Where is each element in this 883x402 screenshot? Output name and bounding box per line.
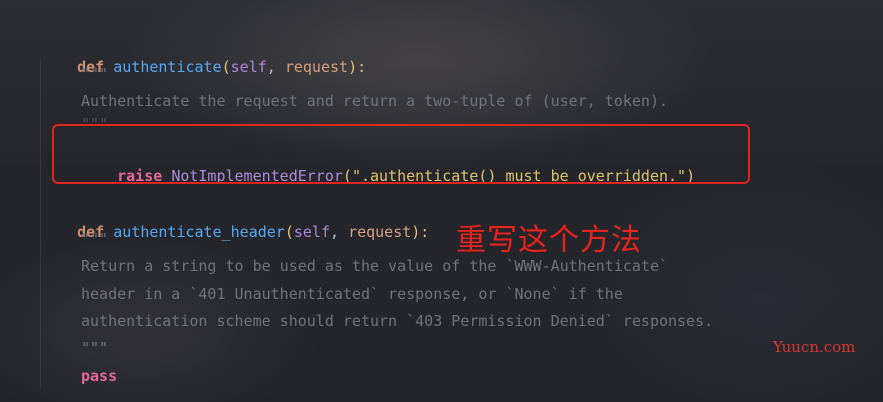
docstring-open: """ [81,65,109,83]
docstring-open: """ [81,230,109,248]
separator: , [330,223,349,241]
annotation-text: 重写这个方法 [456,223,642,258]
docstring-text: Authenticate the request and return a tw… [81,92,668,110]
function-name: authenticate [113,58,222,76]
separator: , [266,58,285,76]
keyword-pass: pass [81,367,118,385]
docstring-close: """ [81,339,109,357]
paren: ( [221,58,231,76]
watermark: Yuucn.com [773,338,856,356]
request-param: request [348,223,412,241]
paren-close: ): [348,58,367,76]
self-param: self [230,58,267,76]
self-param: self [293,223,330,241]
paren-close: ): [411,223,430,241]
docstring-text: authentication scheme should return `403… [81,312,714,330]
docstring-text: Return a string to be used as the value … [81,257,668,275]
request-param: request [284,58,349,76]
code-editor[interactable]: def authenticate(self, request): """ Aut… [0,0,883,402]
docstring-text: header in a `401 Unauthenticated` respon… [81,285,623,303]
function-name: authenticate_header [113,223,285,241]
paren: ( [284,223,294,241]
highlight-box [52,124,750,184]
